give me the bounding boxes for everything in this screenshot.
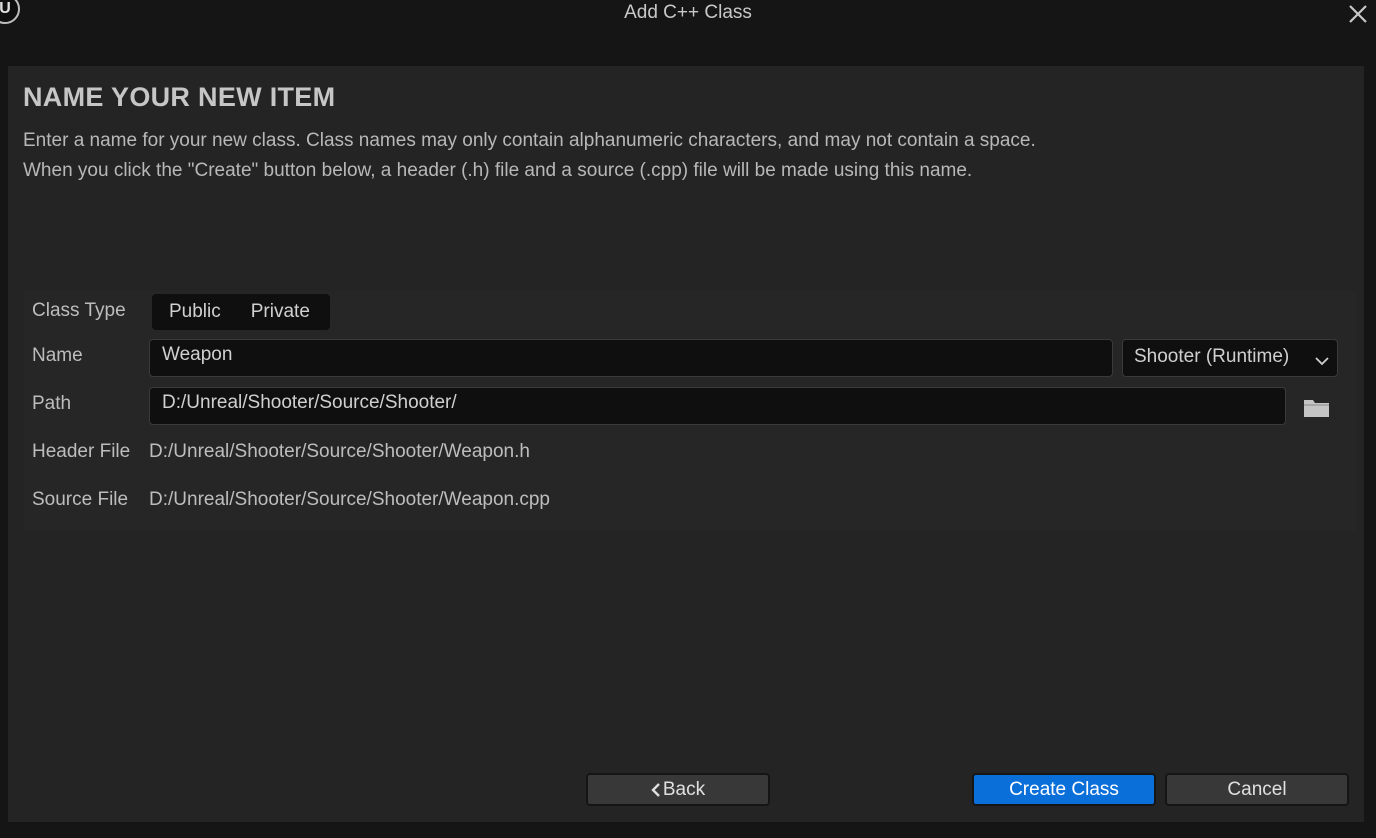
class-type-label: Class Type [32,300,126,321]
chevron-down-icon [1315,350,1329,372]
path-input[interactable]: D:/Unreal/Shooter/Source/Shooter/ [149,387,1286,425]
header-file-value: D:/Unreal/Shooter/Source/Shooter/Weapon.… [149,441,530,462]
cancel-button[interactable]: Cancel [1165,773,1349,806]
class-type-private-option[interactable]: Private [221,301,310,323]
window-title: Add C++ Class [624,2,752,23]
source-file-value: D:/Unreal/Shooter/Source/Shooter/Weapon.… [149,489,550,510]
title-bar: U Add C++ Class [0,0,1376,66]
source-file-label: Source File [32,489,129,510]
path-label: Path [32,393,72,414]
page-heading: NAME YOUR NEW ITEM [23,82,336,112]
header-file-label: Header File [32,441,131,462]
dialog-window: U Add C++ Class NAME YOUR NEW ITEM Enter… [0,0,1376,838]
browse-folder-button[interactable] [1302,395,1332,421]
back-button[interactable]: Back [586,773,770,806]
class-name-input[interactable]: Weapon [149,339,1113,377]
cancel-button-label: Cancel [1227,778,1287,800]
chevron-left-icon [651,782,661,798]
module-dropdown-value: Shooter (Runtime) [1134,346,1290,367]
name-label: Name [32,345,83,366]
create-class-button[interactable]: Create Class [972,773,1156,806]
description-line-2: When you click the "Create" button below… [23,160,973,181]
module-dropdown[interactable]: Shooter (Runtime) [1122,339,1338,377]
back-button-label: Back [662,778,706,800]
folder-icon [1304,400,1329,417]
description-line-1: Enter a name for your new class. Class n… [23,130,1036,151]
main-panel: NAME YOUR NEW ITEM Enter a name for your… [8,66,1364,822]
close-button[interactable] [1346,2,1370,26]
class-type-toggle: Public Private [152,294,330,330]
class-form: Class Type Public Private Name Weapon Sh… [24,291,1356,531]
close-icon [1349,5,1367,23]
create-class-button-label: Create Class [1009,778,1119,800]
class-type-public-option[interactable]: Public [152,301,221,323]
